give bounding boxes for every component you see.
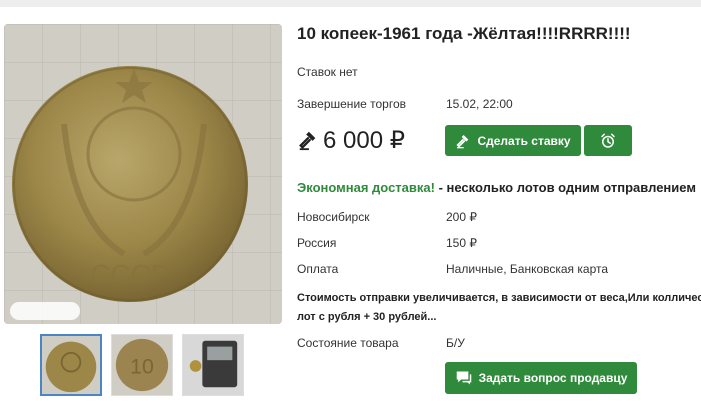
delivery-promo-text: - несколько лотов одним отправлением <box>434 180 696 195</box>
ask-seller-button[interactable]: Задать вопрос продавцу <box>445 362 637 394</box>
reminder-button[interactable] <box>584 125 632 156</box>
coin-thumbnail-image: 10 <box>112 335 172 395</box>
top-bar <box>0 0 701 7</box>
alarm-clock-icon <box>601 133 615 148</box>
current-price: 6 000 ₽ <box>297 125 405 155</box>
thumbnail-2[interactable]: 10 <box>111 334 173 396</box>
thumbnail-1[interactable] <box>40 334 102 396</box>
auction-end-label: Завершение торгов <box>297 97 407 111</box>
delivery-value-novosibirsk: 200 ₽ <box>446 210 477 224</box>
coin-thumbnail-image <box>183 335 243 395</box>
condition-label: Состояние товара <box>297 336 399 350</box>
place-bid-button[interactable]: Сделать ставку <box>445 125 581 156</box>
auction-hammer-icon <box>456 134 469 148</box>
delivery-label-russia: Россия <box>297 236 337 250</box>
delivery-value-russia: 150 ₽ <box>446 236 477 250</box>
thumbnail-3[interactable] <box>182 334 244 396</box>
delivery-promo-highlight[interactable]: Экономная доставка! <box>297 180 435 195</box>
place-bid-label: Сделать ставку <box>477 133 571 148</box>
ask-seller-label: Задать вопрос продавцу <box>478 371 628 385</box>
shipping-note-line-2: лот с рубля + 30 рублей... <box>297 311 437 323</box>
thumbnail-strip: 10 <box>40 334 244 396</box>
auction-end-value: 15.02, 22:00 <box>446 97 513 111</box>
condition-value: Б/У <box>446 336 465 350</box>
payment-value: Наличные, Банковская карта <box>446 262 609 276</box>
coin-thumbnail-image <box>42 336 100 394</box>
shipping-note: Стоимость отправки увеличивается, в зави… <box>297 289 701 327</box>
price-value: 6 000 ₽ <box>323 126 405 154</box>
shipping-note-line-1: Стоимость отправки увеличивается, в зави… <box>297 292 701 304</box>
svg-text:СССР: СССР <box>90 259 169 290</box>
delivery-promo: Экономная доставка! - несколько лотов од… <box>297 180 696 195</box>
coin-photo: СССР <box>4 24 282 324</box>
bids-status: Ставок нет <box>297 65 358 79</box>
auction-hammer-icon <box>299 131 316 151</box>
main-photo[interactable]: СССР <box>4 24 282 324</box>
payment-label: Оплата <box>297 262 339 276</box>
lot-title: 10 копеек-1961 года -Жёлтая!!!!RRRR!!!! <box>297 24 631 43</box>
photo-overlay-label <box>10 302 80 320</box>
chat-bubble-icon <box>456 371 471 385</box>
svg-text:10: 10 <box>130 355 154 379</box>
delivery-label-novosibirsk: Новосибирск <box>297 210 370 224</box>
